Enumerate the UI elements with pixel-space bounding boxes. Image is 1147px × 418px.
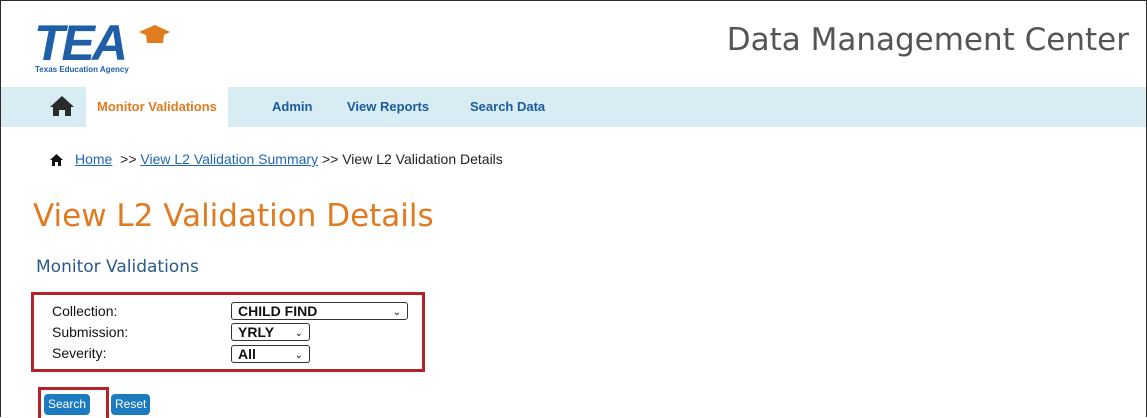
breadcrumb: Home >> View L2 Validation Summary >> Vi… [50,151,503,167]
main-nav: Monitor Validations Admin View Reports S… [1,87,1146,127]
tea-logo[interactable]: TEA Texas Education Agency [34,18,174,74]
filter-panel: Collection: CHILD FIND ⌄ Submission: YRL… [31,292,425,372]
breadcrumb-separator: >> [321,151,339,167]
logo-subtitle: Texas Education Agency [35,65,129,74]
section-title: Monitor Validations [36,257,199,277]
nav-item-search-data[interactable]: Search Data [470,87,545,127]
nav-item-monitor-validations[interactable]: Monitor Validations [86,87,228,127]
home-icon[interactable] [49,95,75,117]
submission-select[interactable]: YRLY ⌄ [231,323,310,341]
breadcrumb-summary-link[interactable]: View L2 Validation Summary [140,151,318,167]
app-title: Data Management Center [726,22,1129,58]
collection-label: Collection: [52,303,118,319]
breadcrumb-current: View L2 Validation Details [342,151,503,167]
chevron-down-icon: ⌄ [294,350,303,361]
nav-item-admin[interactable]: Admin [272,87,312,127]
chevron-down-icon: ⌄ [392,307,401,318]
collection-select[interactable]: CHILD FIND ⌄ [231,302,408,320]
graduation-cap-icon [139,25,170,43]
severity-label: Severity: [52,345,107,361]
page-title: View L2 Validation Details [33,198,434,234]
severity-select[interactable]: All ⌄ [231,345,310,363]
submission-value: YRLY [238,324,275,340]
reset-button[interactable]: Reset [111,394,151,415]
search-button[interactable]: Search [44,394,91,415]
breadcrumb-home-link[interactable]: Home [75,151,112,167]
chevron-down-icon: ⌄ [294,328,303,339]
logo-text: TEA [34,15,128,71]
breadcrumb-separator: >> [120,151,137,167]
severity-value: All [238,346,256,362]
submission-label: Submission: [52,324,129,340]
header: TEA Texas Education Agency Data Manageme… [0,0,1147,84]
home-icon[interactable] [50,154,63,166]
nav-item-view-reports[interactable]: View Reports [347,87,429,127]
collection-value: CHILD FIND [238,303,318,319]
